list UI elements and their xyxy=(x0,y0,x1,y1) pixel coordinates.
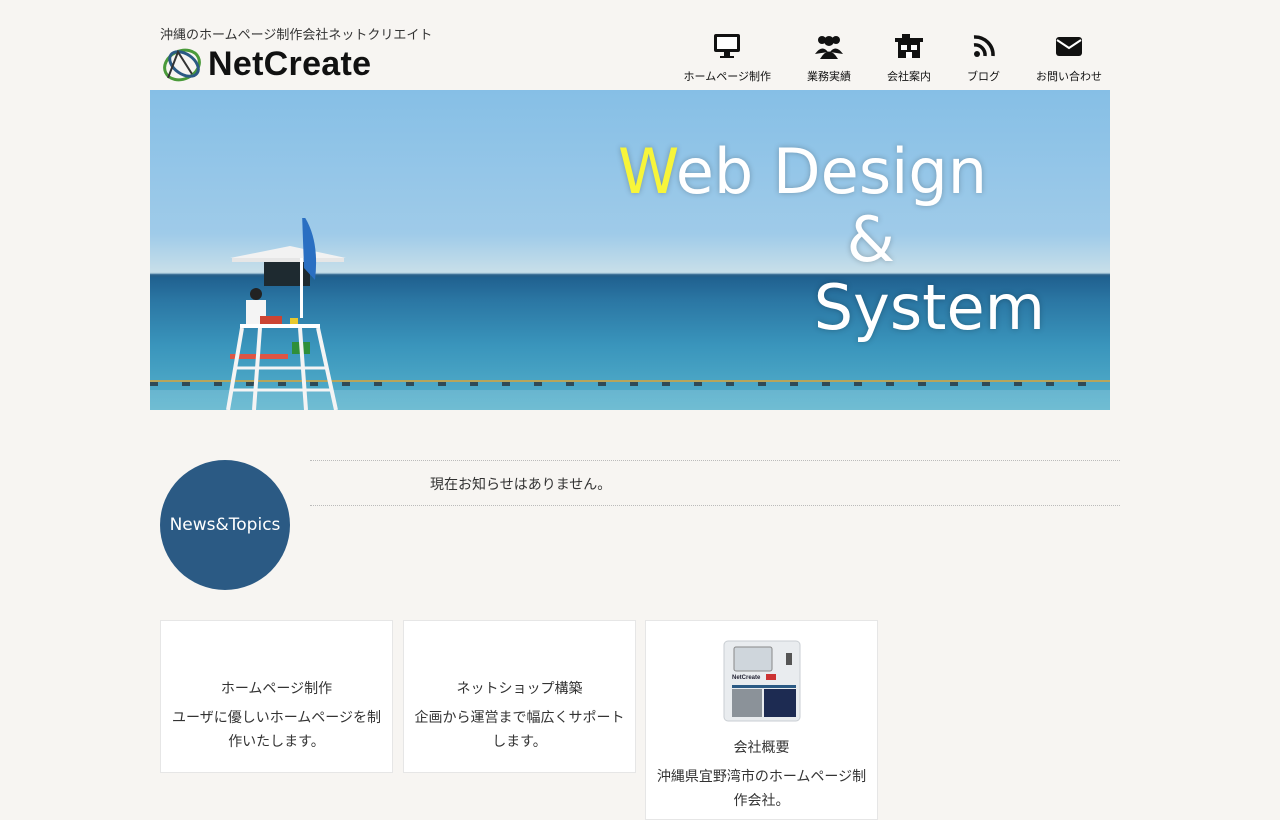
card-title: ネットショップ構築 xyxy=(456,681,583,697)
company-kiosk-image: NetCreate xyxy=(723,640,800,722)
nav-item-contact[interactable]: お問い合わせ xyxy=(1036,32,1102,84)
nav-item-blog[interactable]: ブログ xyxy=(967,32,1000,84)
card-description: 企画から運営まで幅広くサポートします。 xyxy=(414,710,625,750)
service-card-netshop[interactable]: ネットショップ構築 企画から運営まで幅広くサポートします。 xyxy=(403,620,636,773)
nav-label: 会社案内 xyxy=(887,70,931,83)
kiosk-brand-label: NetCreate xyxy=(732,675,761,681)
hero-line-1: Web Design xyxy=(618,138,987,206)
news-list: 現在お知らせはありません。 xyxy=(310,460,1120,506)
building-icon xyxy=(895,34,923,58)
hero-banner: Web Design & System xyxy=(150,90,1110,410)
users-icon xyxy=(815,36,843,59)
main-nav: ホームページ制作 業務実績 会社案内 ブログ お問い合わせ xyxy=(648,32,1102,84)
nav-item-works[interactable]: 業務実績 xyxy=(807,32,851,84)
news-empty-message: 現在お知らせはありません。 xyxy=(430,477,612,493)
logo-swoosh-icon xyxy=(163,48,201,82)
hero-accent-letter: W xyxy=(618,135,676,208)
hero-line-1-rest: eb Design xyxy=(675,135,987,208)
hero-line-3: System xyxy=(813,271,1045,344)
envelope-icon xyxy=(1056,37,1082,56)
card-description: 沖縄県宜野湾市のホームページ制作会社。 xyxy=(656,769,867,809)
card-description: ユーザに優しいホームページを制作いたします。 xyxy=(171,710,382,750)
nav-label: ブログ xyxy=(967,70,1000,83)
logo-text: NetCreate xyxy=(208,45,372,83)
nav-label: 業務実績 xyxy=(807,70,851,83)
site-tagline: 沖縄のホームページ制作会社ネットクリエイト xyxy=(160,28,433,43)
nav-item-homepage[interactable]: ホームページ制作 xyxy=(684,32,771,84)
hero-heading: Web Design & System xyxy=(618,138,1045,342)
lifeguard-tower-image xyxy=(226,218,346,410)
service-card-homepage[interactable]: ホームページ制作 ユーザに優しいホームページを制作いたします。 xyxy=(160,620,393,773)
monitor-icon xyxy=(714,34,741,58)
card-title: ホームページ制作 xyxy=(220,681,333,697)
nav-item-company[interactable]: 会社案内 xyxy=(887,32,931,84)
service-card-company[interactable]: NetCreate 会社概要 沖縄県宜野湾市のホームページ制作会社。 xyxy=(645,620,878,820)
site-header: 沖縄のホームページ制作会社ネットクリエイト NetCreate ホームページ制作 xyxy=(160,0,1120,90)
rss-icon xyxy=(973,35,995,57)
news-topics-badge: News&Topics xyxy=(160,460,290,590)
nav-label: ホームページ制作 xyxy=(683,70,771,83)
hero-line-2: & xyxy=(846,203,895,276)
nav-label: お問い合わせ xyxy=(1036,70,1102,83)
card-title: 会社概要 xyxy=(733,740,790,756)
site-logo[interactable]: NetCreate xyxy=(162,44,371,84)
